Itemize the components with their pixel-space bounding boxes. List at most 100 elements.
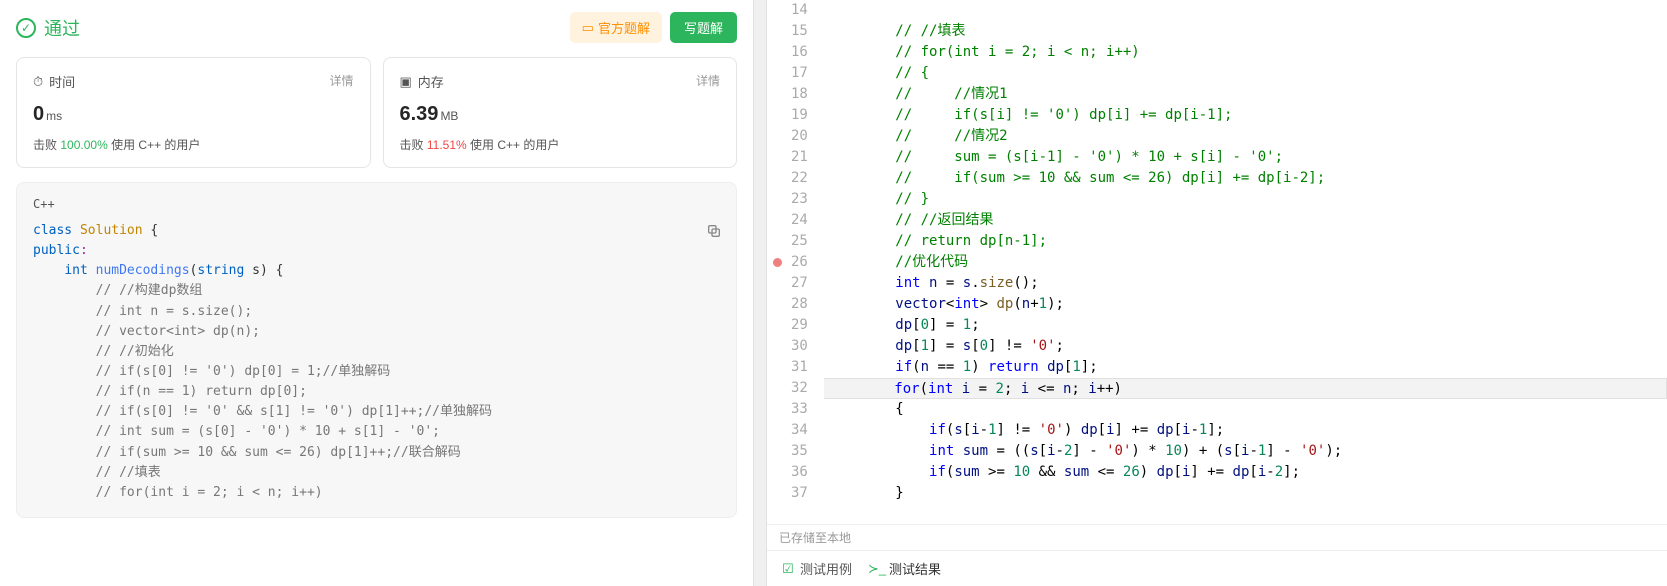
code-line[interactable]: //优化代码	[824, 252, 1667, 273]
code-line[interactable]: // return dp[n-1];	[824, 231, 1667, 252]
code-area[interactable]: // //填表 // for(int i = 2; i < n; i++) //…	[824, 0, 1667, 524]
code-line[interactable]: // {	[824, 63, 1667, 84]
tab-testcase[interactable]: ☑ 测试用例	[781, 559, 852, 578]
time-label: 时间	[49, 72, 75, 91]
line-gutter[interactable]: 1415161718192021222324252627282930313233…	[767, 0, 824, 524]
line-number[interactable]: 14	[791, 0, 808, 21]
code-line[interactable]: // for(int i = 2; i < n; i++)	[824, 42, 1667, 63]
time-detail-link[interactable]: 详情	[329, 72, 353, 89]
stats-row: ⏱ 时间 详情 0ms 击败 100.00% 使用 C++ 的用户 ▣ 内存 详…	[16, 57, 737, 168]
code-line[interactable]: for(int i = 2; i <= n; i++)	[823, 378, 1667, 399]
memory-header: ▣ 内存	[400, 72, 721, 91]
submitted-code-block: C++ class Solution {public: int numDecod…	[16, 182, 737, 518]
chip-icon: ▣	[400, 74, 412, 90]
line-number[interactable]: 29	[791, 315, 808, 336]
line-number[interactable]: 33	[791, 399, 808, 420]
official-label: 官方题解	[598, 18, 650, 37]
code-line[interactable]: dp[1] = s[0] != '0';	[824, 336, 1667, 357]
line-number[interactable]: 30	[791, 336, 808, 357]
line-number[interactable]: 35	[791, 441, 808, 462]
memory-value: 6.39MB	[400, 103, 721, 126]
action-buttons: ▭ 官方题解 写题解	[570, 12, 737, 43]
code-line[interactable]: // if(sum >= 10 && sum <= 26) dp[i] += d…	[824, 168, 1667, 189]
time-header: ⏱ 时间	[33, 72, 354, 91]
memory-detail-link[interactable]: 详情	[696, 72, 720, 89]
tab-testcase-label: 测试用例	[800, 559, 852, 578]
status-row: ✓ 通过 ▭ 官方题解 写题解	[16, 12, 737, 43]
line-number[interactable]: 25	[791, 231, 808, 252]
code-language: C++	[33, 197, 720, 211]
code-line[interactable]	[824, 0, 1667, 21]
time-value: 0ms	[33, 103, 354, 126]
line-number[interactable]: 17	[791, 63, 808, 84]
line-number[interactable]: 36	[791, 462, 808, 483]
panel-divider[interactable]	[753, 0, 767, 586]
mem-unit: MB	[440, 109, 458, 123]
write-solution-button[interactable]: 写题解	[670, 12, 737, 43]
line-number[interactable]: 20	[791, 126, 808, 147]
save-status: 已存储至本地	[767, 524, 1667, 550]
code-line[interactable]: dp[0] = 1;	[824, 315, 1667, 336]
line-number[interactable]: 26	[791, 252, 808, 273]
line-number[interactable]: 18	[791, 84, 808, 105]
mem-num: 6.39	[400, 103, 439, 125]
line-number[interactable]: 16	[791, 42, 808, 63]
code-line[interactable]: // //情况1	[824, 84, 1667, 105]
code-line[interactable]: // //情况2	[824, 126, 1667, 147]
code-line[interactable]: // if(s[i] != '0') dp[i] += dp[i-1];	[824, 105, 1667, 126]
beat-label: 击败	[400, 138, 424, 152]
memory-beat: 击败 11.51% 使用 C++ 的用户	[400, 136, 721, 153]
code-line[interactable]: // sum = (s[i-1] - '0') * 10 + s[i] - '0…	[824, 147, 1667, 168]
code-line[interactable]: if(sum >= 10 && sum <= 26) dp[i] += dp[i…	[824, 462, 1667, 483]
code-line[interactable]: if(n == 1) return dp[1];	[824, 357, 1667, 378]
beat-label: 击败	[33, 138, 57, 152]
submitted-code[interactable]: class Solution {public: int numDecodings…	[33, 221, 720, 503]
code-line[interactable]: {	[824, 399, 1667, 420]
code-line[interactable]: int n = s.size();	[824, 273, 1667, 294]
copy-icon[interactable]	[706, 223, 722, 243]
official-solution-button[interactable]: ▭ 官方题解	[570, 12, 662, 43]
code-line[interactable]: // //返回结果	[824, 210, 1667, 231]
line-number[interactable]: 28	[791, 294, 808, 315]
line-number[interactable]: 21	[791, 147, 808, 168]
bottom-tabs: ☑ 测试用例 ≻_ 测试结果	[767, 550, 1667, 586]
time-beat-suffix: 使用 C++ 的用户	[111, 138, 200, 152]
result-panel: ✓ 通过 ▭ 官方题解 写题解 ⏱ 时间 详情 0ms 击败 100.00% 使…	[0, 0, 753, 586]
code-line[interactable]: vector<int> dp(n+1);	[824, 294, 1667, 315]
time-beat-pct: 100.00%	[60, 138, 107, 152]
time-num: 0	[33, 103, 44, 125]
line-number[interactable]: 19	[791, 105, 808, 126]
memory-card[interactable]: ▣ 内存 详情 6.39MB 击败 11.51% 使用 C++ 的用户	[383, 57, 738, 168]
status-text: 通过	[44, 15, 80, 41]
pass-status: ✓ 通过	[16, 15, 80, 41]
terminal-icon: ≻_	[870, 562, 884, 576]
code-line[interactable]: }	[824, 483, 1667, 504]
line-number[interactable]: 32	[791, 378, 808, 399]
code-line[interactable]: // }	[824, 189, 1667, 210]
tab-result-label: 测试结果	[889, 559, 941, 578]
code-line[interactable]: if(s[i-1] != '0') dp[i] += dp[i-1];	[824, 420, 1667, 441]
tab-result[interactable]: ≻_ 测试结果	[870, 559, 941, 578]
editor-panel: 1415161718192021222324252627282930313233…	[767, 0, 1667, 586]
check-circle-icon: ✓	[16, 18, 36, 38]
memory-beat-pct: 11.51%	[427, 138, 467, 152]
book-icon: ▭	[582, 20, 594, 36]
code-line[interactable]: // //填表	[824, 21, 1667, 42]
memory-beat-suffix: 使用 C++ 的用户	[470, 138, 559, 152]
line-number[interactable]: 34	[791, 420, 808, 441]
clock-icon: ⏱	[33, 74, 43, 90]
code-editor[interactable]: 1415161718192021222324252627282930313233…	[767, 0, 1667, 524]
check-square-icon: ☑	[781, 562, 795, 576]
line-number[interactable]: 31	[791, 357, 808, 378]
time-card[interactable]: ⏱ 时间 详情 0ms 击败 100.00% 使用 C++ 的用户	[16, 57, 371, 168]
code-line[interactable]: int sum = ((s[i-2] - '0') * 10) + (s[i-1…	[824, 441, 1667, 462]
line-number[interactable]: 24	[791, 210, 808, 231]
time-unit: ms	[46, 109, 62, 123]
memory-label: 内存	[418, 72, 444, 91]
line-number[interactable]: 22	[791, 168, 808, 189]
line-number[interactable]: 37	[791, 483, 808, 504]
line-number[interactable]: 15	[791, 21, 808, 42]
time-beat: 击败 100.00% 使用 C++ 的用户	[33, 136, 354, 153]
line-number[interactable]: 23	[791, 189, 808, 210]
line-number[interactable]: 27	[791, 273, 808, 294]
